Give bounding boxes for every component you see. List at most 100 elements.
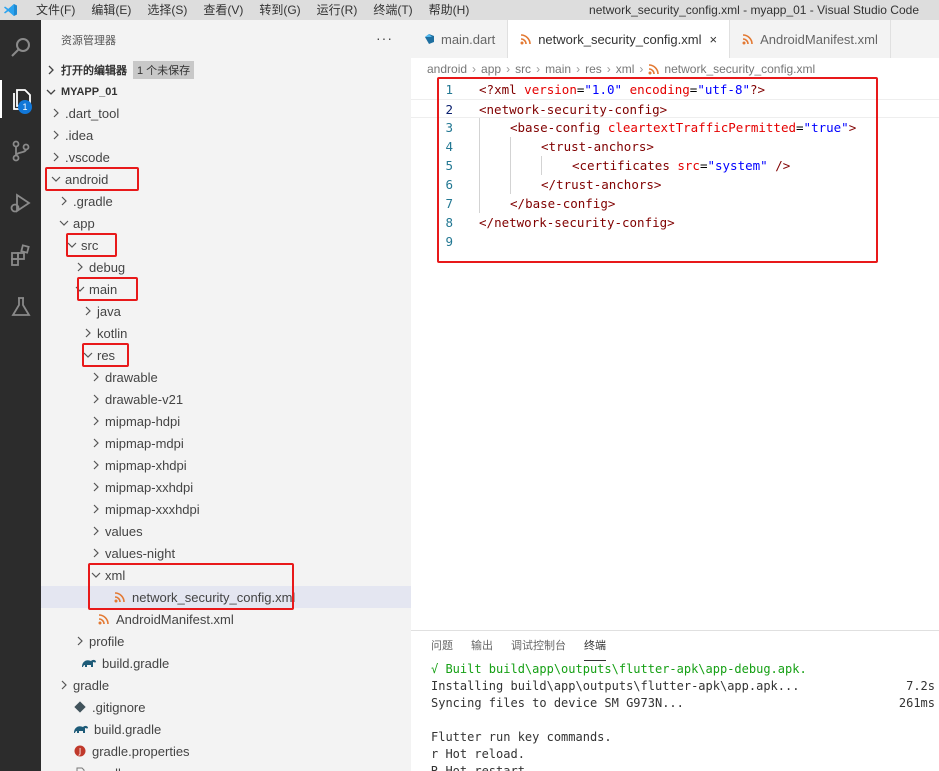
open-editors-label: 打开的编辑器 [61,65,127,77]
tab-main-dart[interactable]: main.dart [411,20,509,58]
tree-folder[interactable]: drawable-v21 [41,388,411,410]
tree-file[interactable]: .gitignore [41,696,411,718]
vscode-logo-icon [0,0,22,20]
tree-folder[interactable]: main [41,278,411,300]
breadcrumb-item[interactable]: xml [616,62,635,76]
run-debug-icon[interactable] [0,184,41,222]
breadcrumb-item[interactable]: android [427,62,467,76]
search-icon[interactable] [0,28,41,66]
tree-folder[interactable]: mipmap-xhdpi [41,454,411,476]
code-token: </ [510,196,526,211]
menu-item-1[interactable]: 编辑(E) [83,0,139,20]
tree-folder[interactable]: mipmap-xxhdpi [41,476,411,498]
tree-folder[interactable]: xml [41,564,411,586]
panel-tab[interactable]: 输出 [471,631,493,661]
tree-file[interactable]: network_security_config.xml [41,586,411,608]
testing-flask-icon[interactable] [0,288,41,326]
code-token: xml [494,82,517,97]
code-token: trust-anchors [556,177,654,192]
code-token: "system" [707,158,768,173]
terminal-line: Syncing files to device SM G973N... 261ms [431,695,939,712]
project-section[interactable]: MYAPP_01 [41,82,411,102]
code-line[interactable]: 2 <network-security-config> [411,99,939,118]
more-actions-icon[interactable]: ··· [376,30,393,46]
menu-item-6[interactable]: 终端(T) [365,0,420,20]
tree-folder[interactable]: app [41,212,411,234]
tree-folder[interactable]: values-night [41,542,411,564]
code-line[interactable]: 3 <base-config cleartextTrafficPermitted=… [411,118,939,137]
open-editors-section[interactable]: 打开的编辑器 1 个未保存 [41,60,411,80]
tree-folder[interactable]: drawable [41,366,411,388]
tree-folder[interactable]: mipmap-xxxhdpi [41,498,411,520]
breadcrumb-item[interactable]: src [515,62,531,76]
code-line[interactable]: 9 [411,232,939,251]
tree-file[interactable]: Jgradle.properties [41,740,411,762]
menu-item-0[interactable]: 文件(F) [22,0,83,20]
chevron-right-icon [81,304,95,318]
tree-file[interactable]: gradlew [41,762,411,771]
breadcrumb-item[interactable]: res [585,62,602,76]
panel-tab[interactable]: 调试控制台 [511,631,566,661]
tree-folder[interactable]: .gradle [41,190,411,212]
tree-folder[interactable]: kotlin [41,322,411,344]
code-line[interactable]: 4 <trust-anchors> [411,137,939,156]
chevron-down-icon [41,87,61,97]
tab-label: network_security_config.xml [538,31,702,47]
tree-folder[interactable]: values [41,520,411,542]
tree-folder[interactable]: mipmap-hdpi [41,410,411,432]
menu-item-7[interactable]: 帮助(H) [421,0,478,20]
tree-item-label: gradle.properties [92,743,190,759]
rss-icon [742,33,754,45]
tab-androidmanifest-xml[interactable]: AndroidManifest.xml [730,20,891,58]
breadcrumb-item[interactable]: main [545,62,571,76]
chevron-right-icon [57,678,71,692]
code-line[interactable]: 7 </base-config> [411,194,939,213]
chevron-right-icon [49,150,63,164]
menu-item-2[interactable]: 选择(S) [139,0,195,20]
tree-folder[interactable]: gradle [41,674,411,696]
panel-tab[interactable]: 终端 [584,631,606,661]
explorer-badge: 1 [18,100,32,114]
tree-folder[interactable]: .vscode [41,146,411,168]
code-line[interactable]: 8 </network-security-config> [411,213,939,232]
tree-item-label: mipmap-xxxhdpi [105,501,200,517]
tree-file[interactable]: build.gradle [41,652,411,674]
tree-folder[interactable]: debug [41,256,411,278]
tree-folder[interactable]: android [41,168,411,190]
breadcrumb-separator-icon: › [506,62,511,76]
menu-item-5[interactable]: 运行(R) [309,0,366,20]
tree-folder[interactable]: profile [41,630,411,652]
source-control-icon[interactable] [0,132,41,170]
terminal-output[interactable]: √ Built build\app\outputs\flutter-apk\ap… [411,661,939,771]
tree-file[interactable]: AndroidManifest.xml [41,608,411,630]
code-editor[interactable]: 1 <?xml version="1.0" encoding="utf-8"?> 2… [411,80,939,251]
line-number: 4 [445,139,453,154]
chevron-down-icon [57,216,71,230]
menu-item-4[interactable]: 转到(G) [251,0,308,20]
tree-folder[interactable]: mipmap-mdpi [41,432,411,454]
tree-folder[interactable]: .idea [41,124,411,146]
menu-item-3[interactable]: 查看(V) [195,0,251,20]
chevron-down-icon [49,172,63,186]
breadcrumb-item[interactable]: app [481,62,501,76]
code-line[interactable]: 1 <?xml version="1.0" encoding="utf-8"?> [411,80,939,99]
extensions-icon[interactable] [0,236,41,274]
panel-tab[interactable]: 问题 [431,631,453,661]
indent-guide [479,156,480,175]
dart-icon [423,33,435,45]
code-token: "1.0" [584,82,623,97]
tree-file[interactable]: build.gradle [41,718,411,740]
close-icon[interactable]: × [710,32,718,47]
tab-network-security-config-xml[interactable]: network_security_config.xml × [508,20,731,58]
chevron-down-icon [73,282,87,296]
breadcrumb-item[interactable]: network_security_config.xml [664,62,815,76]
code-token: certificates [579,158,670,173]
tree-folder[interactable]: src [41,234,411,256]
code-line[interactable]: 5 <certificates src="system" /> [411,156,939,175]
code-token: > [848,120,857,135]
tree-folder[interactable]: .dart_tool [41,102,411,124]
tree-folder[interactable]: res [41,344,411,366]
tree-folder[interactable]: java [41,300,411,322]
code-line[interactable]: 6 </trust-anchors> [411,175,939,194]
